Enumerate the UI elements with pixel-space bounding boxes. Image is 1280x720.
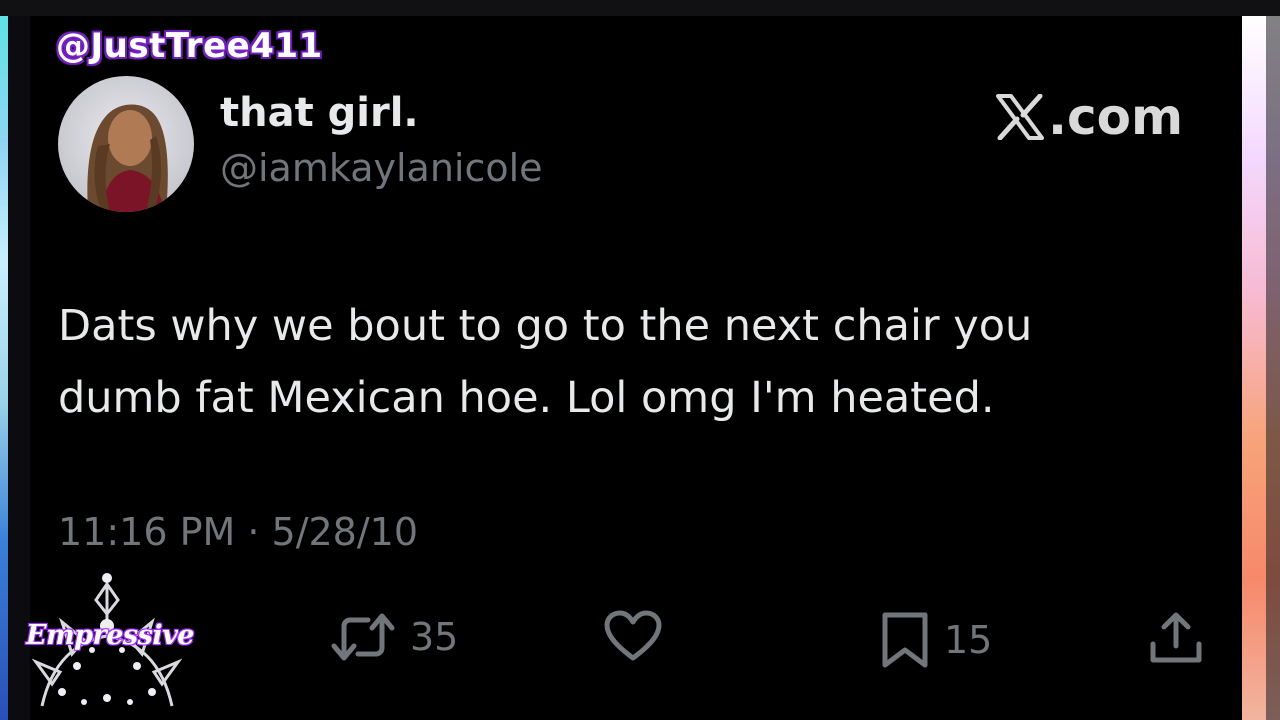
top-strip: [0, 0, 1280, 16]
right-inner-strip: [1266, 16, 1280, 720]
tweet-text-line: Dats why we bout to go to the next chair…: [58, 301, 1033, 351]
bookmark-button[interactable]: 15: [880, 610, 992, 670]
share-icon: [1150, 612, 1202, 663]
share-button[interactable]: [1148, 610, 1204, 666]
avatar[interactable]: [58, 76, 194, 212]
tweet-text-line: dumb fat Mexican hoe. Lol omg I'm heated…: [58, 373, 995, 423]
brand-suffix: .com: [1048, 88, 1184, 146]
avatar-portrait: [87, 104, 168, 212]
like-button[interactable]: [604, 610, 662, 662]
retweet-count: 35: [410, 615, 459, 659]
x-brand[interactable]: .com: [996, 88, 1183, 146]
bookmark-icon: [882, 612, 928, 668]
display-name[interactable]: that girl.: [220, 90, 419, 136]
retweet-icon: [331, 613, 395, 661]
heart-icon: [604, 610, 662, 661]
x-logo-icon: [996, 94, 1044, 140]
bookmark-count: 15: [944, 618, 993, 662]
retweet-button[interactable]: 35: [330, 610, 458, 664]
user-handle[interactable]: @iamkaylanicole: [220, 146, 543, 190]
tweet-timestamp[interactable]: 11:16 PM · 5/28/10: [58, 510, 418, 554]
watermark-handle: @JustTree411: [56, 26, 323, 66]
badge-label: Empressive: [26, 620, 194, 651]
tweet-text: Dats why we bout to go to the next chair…: [58, 290, 1208, 434]
